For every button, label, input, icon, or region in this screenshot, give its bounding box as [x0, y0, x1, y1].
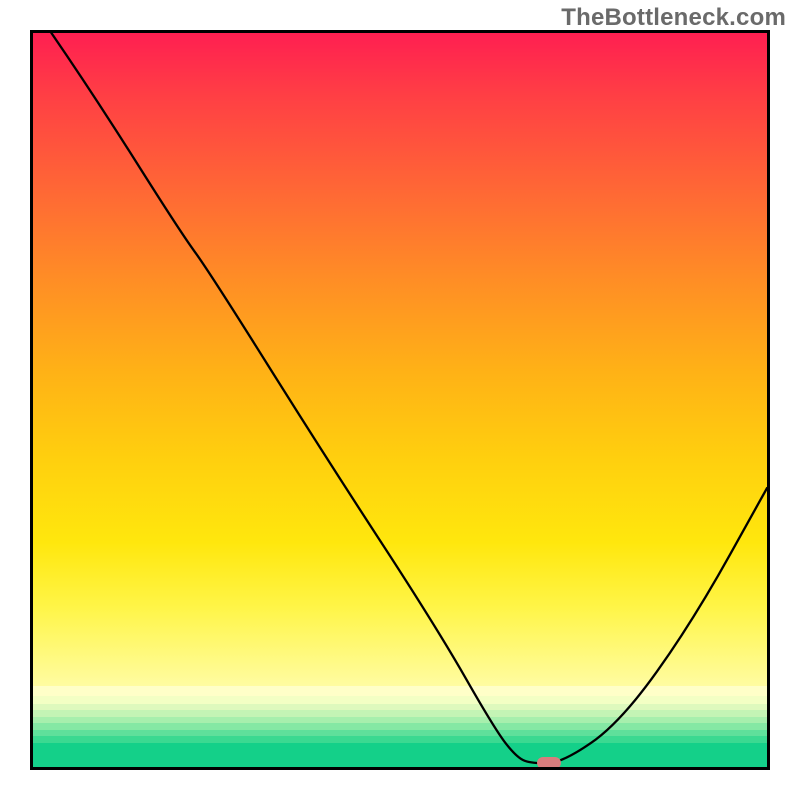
plot-inner	[33, 33, 767, 767]
bottleneck-curve-path	[51, 33, 767, 763]
bottleneck-chart: TheBottleneck.com	[0, 0, 800, 800]
curve-layer	[33, 33, 767, 767]
plot-area	[30, 30, 770, 770]
optimal-marker	[537, 757, 561, 767]
watermark-text: TheBottleneck.com	[561, 4, 786, 32]
